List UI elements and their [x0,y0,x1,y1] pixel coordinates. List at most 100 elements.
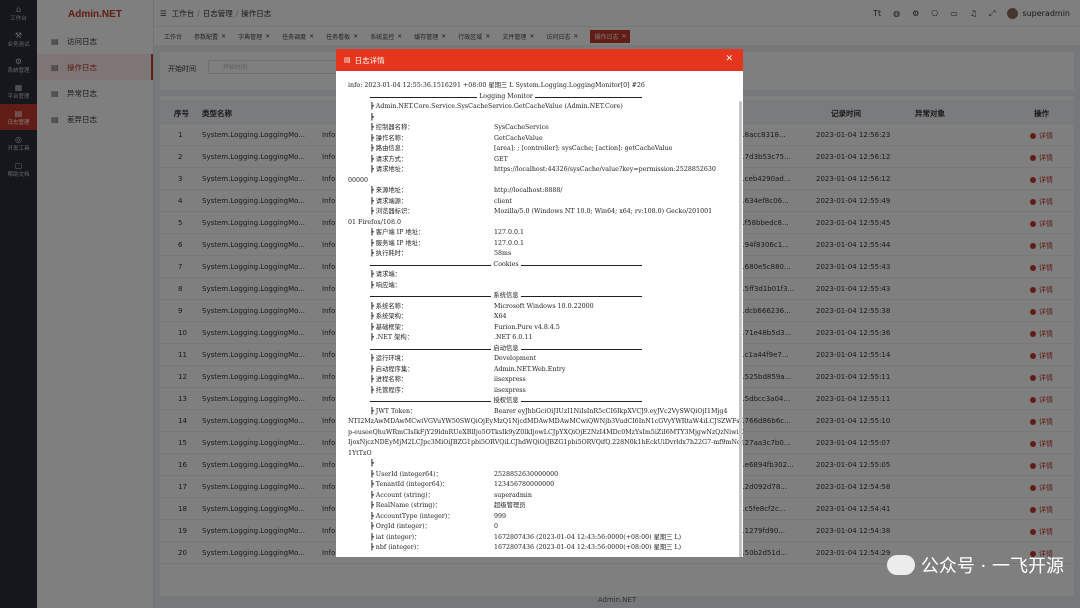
dialog-header: ▤ 日志详情 ✕ [336,49,743,71]
log-value: X64 [494,313,507,320]
log-line: ┣ 客户端 IP 地址： 127.0.0.1 [348,228,736,239]
log-value: Bearer eyJhbGciOiJIUzI1NiIsInR5cCI6IkpXV… [494,407,728,415]
log-line: ┣ 运行环境： Development [348,354,736,365]
log-line: ┣ 控制器名称： SysCacheService [348,123,736,134]
log-key: ┣ RealName (string)： [370,502,442,509]
log-text: info: 2023-01-04 12:55:36.1516291 +08:00… [348,82,645,89]
log-line: ┣ 系统架构： X64 [348,312,736,323]
section-title: 授权信息 [491,397,521,404]
log-line: NTI2MzAwMDAwMCwiVGVuYW50SWQiOjEyMzQ1Njcd… [348,417,743,428]
log-value: iisexpress [494,386,526,394]
log-value: 127.0.0.1 [494,239,525,247]
log-line: ┣ Admin.NET.Core.Service.SysCacheService… [348,102,736,113]
log-line: ┣ 请求端源： client [348,197,736,208]
log-key: ┣ 请求方式： [370,155,408,163]
scrollbar[interactable] [739,101,742,557]
log-value: Development [494,355,537,362]
log-key: ┣ 客户端 IP 地址： [370,229,425,236]
log-key: ┣ 托管程序： [370,386,408,394]
log-line: 1YtTxO [348,449,736,460]
log-text: 01 Firefox/108.0 [348,218,401,226]
log-line: ┣ TenantId (integer64)： 123456780000000 [348,480,736,491]
log-value: Furion.Pure v4.8.4.5 [494,323,560,331]
log-line: ┣ UserId (integer64)： 2528852630000000 [348,470,736,481]
log-text: ┣ [370,460,374,467]
log-key: ┣ JWT Token： [370,407,417,415]
log-line: ┣ JWT Token： Bearer eyJhbGciOiJIUzI1NiIsI… [348,407,736,418]
log-key: ┣ 路由信息： [370,145,408,152]
log-value: superadmin [494,491,532,499]
log-line: ┣ 启动程序集： Admin.NET.Web.Entry [348,365,736,376]
wechat-logo-icon [886,555,915,575]
log-value: http://localhost:8888/ [494,187,563,194]
log-key: ┣ 基础框架： [370,323,408,331]
log-line: ┣ 响应端： [348,281,736,292]
log-text: ┣ 响应端： [370,281,401,289]
log-value: iisexpress [494,376,526,383]
log-key: ┣ 系统架构： [370,313,408,320]
dialog-body[interactable]: info: 2023-01-04 12:55:36.1516291 +08:00… [336,71,743,557]
log-line: ┣ [348,113,736,124]
log-line: ┣ 托管程序： iisexpress [348,386,736,397]
log-key: ┣ AccountType (integer)： [370,512,454,520]
log-value: client [494,197,512,205]
log-line: ┣ [348,459,736,470]
log-line: Cookies [348,260,736,271]
log-value: 123456780000000 [494,481,555,488]
log-key: ┣ 请求端源： [370,197,408,205]
log-line: ┣ 操作名称： GetCacheValue [348,134,736,145]
close-icon[interactable]: ✕ [725,54,733,64]
log-value: [area]: ; [controller]: sysCache; [actio… [494,145,673,152]
log-line: ┣ OrgId (integer)： 0 [348,522,736,533]
log-line: ┣ 请求端： [348,270,736,281]
log-key: ┣ Account (string)： [370,491,434,499]
log-line: ┣ RealName (string)： 超级管理员 [348,501,736,512]
watermark: 公众号 · 一飞开源 [886,552,1064,578]
log-text: IjoxNjczNDEyMjM2LCJpc3MiOiJBZG1pbi5ORVQi… [348,439,743,446]
log-line: 系统信息 [348,291,736,302]
log-line: ┣ 路由信息： [area]: ; [controller]: sysCache;… [348,144,736,155]
log-value: GetCacheValue [494,134,543,142]
log-line: ┣ Account (string)： superadmin [348,491,736,502]
log-text: 00000 [348,176,369,184]
log-key: ┣ 系统名称： [370,302,408,310]
watermark-text: 公众号 · 一飞开源 [920,556,1064,577]
section-title: Cookies [491,260,521,268]
log-key: ┣ 服务端 IP 地址： [370,239,425,247]
log-line: ┣ 服务端 IP 地址： 127.0.0.1 [348,239,736,250]
log-value: 超级管理员 [494,502,526,509]
log-line: ┣ 请求地址： https://localhost:44326/sysCache/… [348,165,736,176]
log-key: ┣ 操作名称： [370,134,408,142]
log-text: p-euseeQhuWRmCIsIkFjY29ldnRUeXBlIjo5OTks… [348,428,743,436]
log-line: ┣ 请求方式： GET [348,155,736,166]
log-value: https://localhost:44326/sysCache/value?k… [494,166,716,173]
log-key: ┣ iat (integer)： [370,533,421,541]
log-key: ┣ 进程名称： [370,376,408,383]
log-line: ┣ AccountType (integer)： 999 [348,512,736,523]
log-line: 00000 [348,176,736,187]
log-text: NTI2MzAwMDAwMCwiVGVuYW50SWQiOjEyMzQ1Njcd… [348,418,743,425]
section-title: Logging Monitor [477,92,535,100]
log-line: 授权信息 [348,396,736,407]
log-value: 58ms [494,250,512,257]
log-key: ┣ nbf (integer)： [370,544,423,551]
log-key: ┣ 启动程序集： [370,365,414,373]
log-value: 1672807436 (2023-01-04 12:43:56:0000(+08… [494,544,682,551]
log-key: ┣ 运行环境： [370,355,408,362]
log-text: ┣ Admin.NET.Core.Service.SysCacheService… [370,103,623,110]
log-line: ┣ 系统名称： Microsoft Windows 10.0.22000 [348,302,736,313]
log-line: ┣ nbf (integer)： 1672807436 (2023-01-04 1… [348,543,736,554]
log-key: ┣ 执行耗时： [370,250,408,257]
section-title: 启动信息 [491,344,521,352]
log-line: IjoxNjczNDEyMjM2LCJpc3MiOiJBZG1pbi5ORVQi… [348,438,743,449]
log-key: ┣ OrgId (integer)： [370,523,431,530]
log-line: Logging Monitor [348,92,736,103]
log-line: ┣ 浏览器标识： Mozilla/5.0 (Windows NT 10.0; Wi… [348,207,736,218]
log-line: ┣ .NET 架构： .NET 6.0.11 [348,333,736,344]
log-key: ┣ 来源地址： [370,187,408,194]
log-value: SysCacheService [494,124,549,131]
log-value: Microsoft Windows 10.0.22000 [494,302,594,310]
log-value: 1672807436 (2023-01-04 12:43:56:0000(+08… [494,533,682,541]
log-detail-dialog: ▤ 日志详情 ✕ info: 2023-01-04 12:55:36.15162… [336,49,743,557]
log-value: GET [494,155,508,163]
